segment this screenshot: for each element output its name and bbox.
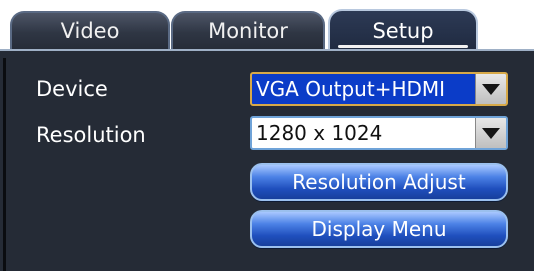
- chevron-down-icon[interactable]: [475, 74, 506, 104]
- window-controls: — ✕: [484, 14, 534, 48]
- resolution-label: Resolution: [36, 123, 146, 147]
- device-select-value: VGA Output+HDMI: [256, 77, 446, 101]
- display-menu-label: Display Menu: [311, 217, 447, 241]
- device-label: Device: [36, 77, 108, 101]
- tab-monitor[interactable]: Monitor: [171, 11, 325, 49]
- panel-left-edge: [3, 58, 6, 271]
- tab-video[interactable]: Video: [10, 11, 170, 49]
- resolution-adjust-label: Resolution Adjust: [292, 170, 466, 194]
- chevron-down-icon[interactable]: [475, 118, 506, 148]
- resolution-adjust-button[interactable]: Resolution Adjust: [250, 163, 508, 201]
- tab-label: Video: [60, 19, 120, 43]
- tab-label: Setup: [372, 19, 434, 43]
- setup-dialog: Video Monitor Setup — ✕ Device VGA Outpu…: [0, 0, 534, 271]
- tab-label: Monitor: [208, 19, 288, 43]
- resolution-select[interactable]: 1280 x 1024: [250, 116, 508, 150]
- active-tab-indicator: [338, 45, 468, 48]
- resolution-select-value: 1280 x 1024: [256, 121, 383, 145]
- display-menu-button[interactable]: Display Menu: [250, 210, 508, 248]
- close-icon[interactable]: ✕: [518, 16, 534, 46]
- minimize-icon[interactable]: —: [484, 16, 514, 46]
- device-select[interactable]: VGA Output+HDMI: [250, 72, 508, 106]
